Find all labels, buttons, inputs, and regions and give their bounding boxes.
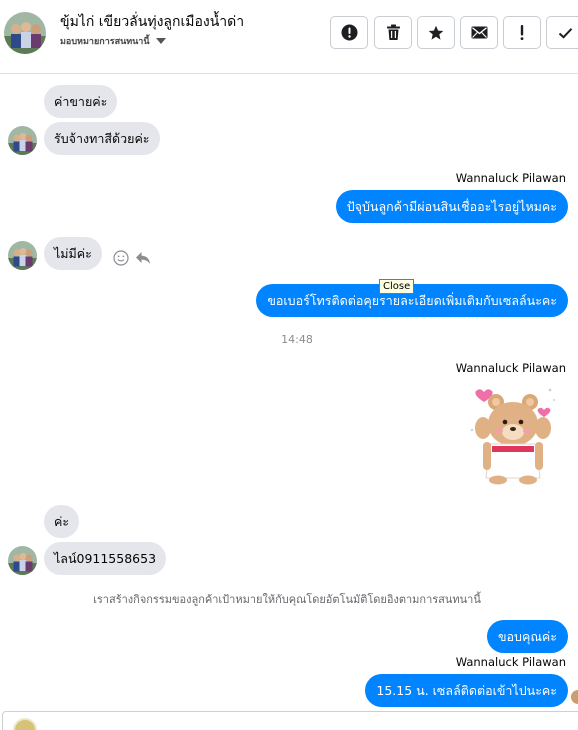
react-smiley-icon[interactable]: [113, 250, 129, 266]
seen-avatar: [571, 690, 578, 704]
sender-name: Wannaluck Pilawan: [455, 171, 566, 185]
conversation-title: ขุ้มไก่ เขียวลั่นทุ่งลูกเมืองน้ำด่า: [60, 14, 245, 30]
page-avatar: [13, 718, 37, 730]
report-button[interactable]: [330, 16, 368, 49]
close-tooltip: Close: [379, 279, 415, 294]
contact-avatar: [8, 126, 37, 155]
star-icon: [428, 25, 444, 40]
reply-composer[interactable]: [2, 711, 578, 730]
outgoing-message: 15.15 น. เซลล์ติดต่อเข้าไปนะคะ: [365, 674, 568, 707]
sender-name: Wannaluck Pilawan: [455, 655, 566, 669]
caret-down-icon: [155, 38, 166, 44]
incoming-message: ค่ะ: [44, 505, 80, 538]
trash-icon: [386, 24, 400, 40]
contact-avatar: [8, 546, 37, 575]
sender-name: Wannaluck Pilawan: [455, 361, 566, 375]
incoming-message: รับจ้างทาสีด้วยค่ะ: [44, 122, 160, 155]
spam-button[interactable]: [503, 16, 541, 49]
envelope-icon: [471, 26, 487, 39]
incoming-message: ไม่มีค่ะ: [44, 237, 102, 270]
star-button[interactable]: [417, 16, 455, 49]
assign-conversation-dropdown[interactable]: มอบหมายการสนทนานี้: [60, 34, 166, 48]
alert-circle-icon: [341, 24, 357, 41]
teddy-bear-sticker: [470, 388, 555, 485]
contact-avatar: [8, 241, 37, 270]
done-button[interactable]: [546, 16, 578, 49]
exclamation-icon: [520, 25, 524, 40]
assign-label: มอบหมายการสนทนานี้: [60, 37, 150, 47]
delete-button[interactable]: [374, 16, 412, 49]
outgoing-message: ปัจุบันลูกค้ามีผ่อนสินเชื่ออะไรอยู่ไหมคะ: [335, 190, 568, 223]
incoming-message: ไลน์0911558653: [44, 542, 167, 575]
automation-notice: เราสร้างกิจกรรมของลูกค้าเป้าหมายให้กับคุ…: [93, 593, 481, 606]
conversation-avatar[interactable]: [4, 12, 46, 54]
incoming-message: ค่าขายค่ะ: [44, 85, 118, 118]
outgoing-message: ขอบคุณค่ะ: [486, 620, 568, 653]
mark-unread-button[interactable]: [460, 16, 498, 49]
check-icon: [558, 27, 572, 39]
reply-icon[interactable]: [135, 251, 151, 265]
message-timestamp: 14:48: [281, 333, 313, 346]
conversation-header: ขุ้มไก่ เขียวลั่นทุ่งลูกเมืองน้ำด่า มอบห…: [0, 0, 578, 74]
